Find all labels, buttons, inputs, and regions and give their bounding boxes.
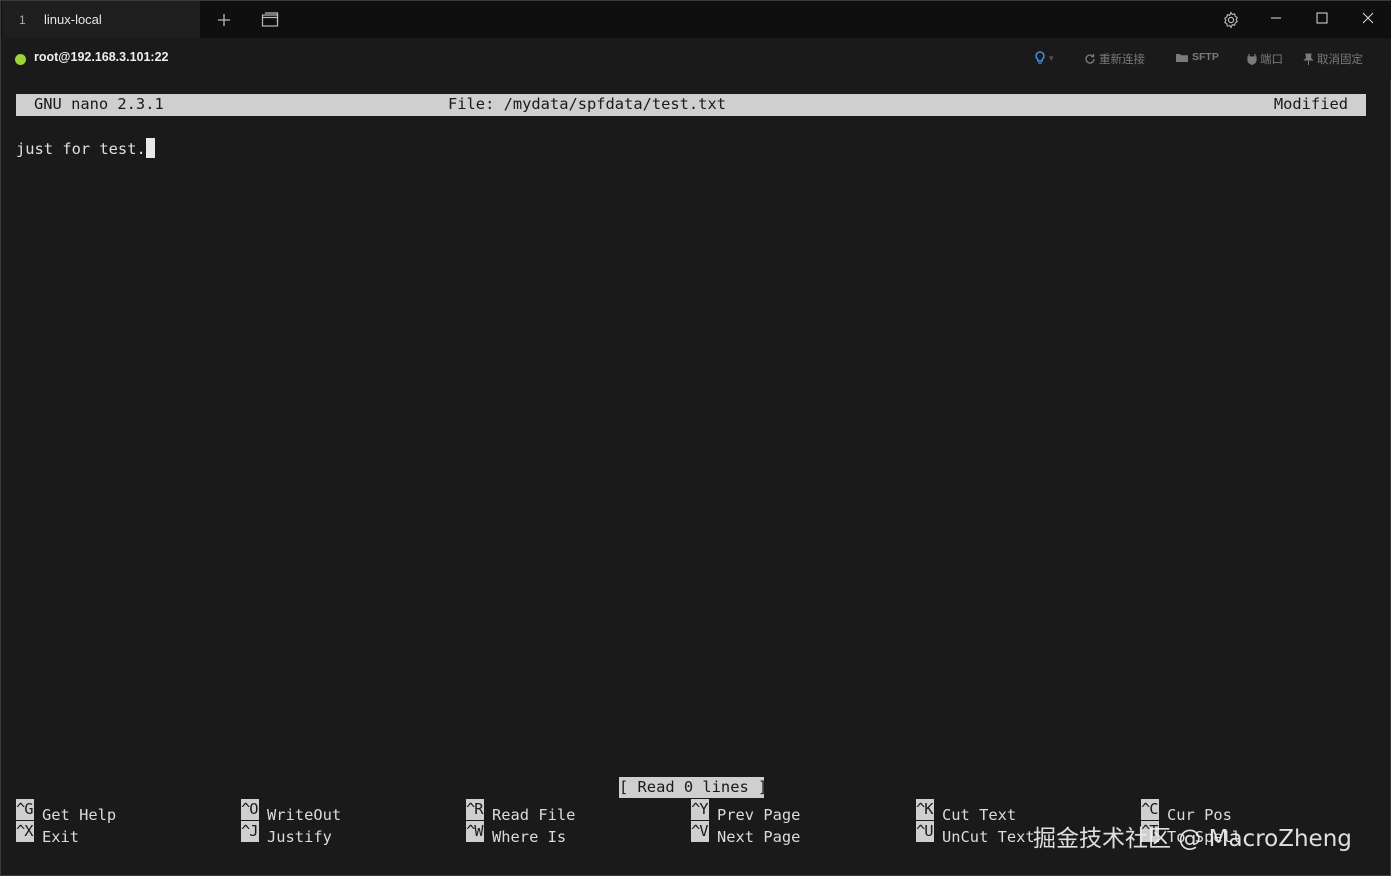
port-label: 端口 [1260,54,1283,66]
folder-icon [1176,53,1188,62]
shortcut-uncut-text[interactable]: ^U UnCut Text [916,821,1035,846]
shortcut-key: ^G [16,799,34,820]
tab-overview-button[interactable] [259,9,281,31]
maximize-button[interactable] [1309,7,1335,29]
file-content-line: just for test. [16,140,146,158]
shortcut-label: Exit [42,828,80,846]
shortcut-label: UnCut Text [942,828,1035,846]
shortcut-prev-page[interactable]: ^Y Prev Page [691,799,800,824]
shortcut-justify[interactable]: ^J Justify [241,821,332,846]
new-tab-button[interactable] [213,9,235,31]
shortcut-writeout[interactable]: ^O WriteOut [241,799,341,824]
nano-header-bar: GNU nano 2.3.1 File: /mydata/spfdata/tes… [16,94,1366,116]
window-icon [261,12,279,27]
pin-icon [1303,53,1314,65]
shortcut-get-help[interactable]: ^G Get Help [16,799,116,824]
connection-status-dot [15,54,26,65]
shortcut-label: Where Is [492,828,567,846]
plus-icon [218,14,230,26]
nano-modified-status: Modified [1273,95,1348,113]
sftp-button[interactable]: SFTP [1175,51,1219,63]
tab-linux-local[interactable]: 1 linux-local [2,1,200,38]
shortcut-key: ^J [241,821,259,842]
lightbulb-icon [1035,51,1045,64]
shortcut-key: ^W [466,821,484,842]
shortcut-key: ^U [916,821,934,842]
reconnect-button[interactable]: 重新连接 [1084,51,1145,67]
plug-icon [1247,54,1257,65]
close-button[interactable] [1355,7,1381,29]
shortcut-key: ^O [241,799,259,820]
shortcut-where-is[interactable]: ^W Where Is [466,821,566,846]
shortcut-key: ^C [1141,799,1159,820]
title-bar: 1 linux-local [1,1,1391,38]
maximize-icon [1316,12,1328,24]
shortcut-label: Justify [267,828,332,846]
shortcut-key: ^K [916,799,934,820]
close-icon [1362,12,1374,24]
minimize-button[interactable] [1263,7,1289,29]
reconnect-label: 重新连接 [1099,54,1145,66]
unpin-label: 取消固定 [1317,54,1363,66]
port-button[interactable]: 端口 [1247,51,1283,67]
text-cursor [145,138,155,158]
nano-version: GNU nano 2.3.1 [34,95,164,113]
watermark: 掘金技术社区 @ MacroZheng [1033,826,1352,852]
app-window: 1 linux-local root@192.168.3.101:22 ▾ 重新… [0,0,1391,876]
nano-status-message: [ Read 0 lines ] [619,777,768,798]
tab-title: linux-local [44,12,102,27]
shortcut-label: Next Page [717,828,801,846]
nano-filename: File: /mydata/spfdata/test.txt [448,95,726,113]
shortcut-cut-text[interactable]: ^K Cut Text [916,799,1016,824]
refresh-icon [1085,54,1095,64]
shortcut-key: ^V [691,821,709,842]
sftp-label: SFTP [1192,51,1219,63]
unpin-button[interactable]: 取消固定 [1303,51,1363,67]
shortcut-read-file[interactable]: ^R Read File [466,799,575,824]
tab-number: 1 [19,12,26,27]
minimize-icon [1271,17,1281,19]
session-host: root@192.168.3.101:22 [34,50,169,64]
shortcut-key: ^Y [691,799,709,820]
session-bar: root@192.168.3.101:22 ▾ 重新连接 SFTP 端口 取消固… [1,38,1391,80]
gear-icon [1224,11,1238,29]
tips-button[interactable]: ▾ [1034,51,1054,65]
settings-button[interactable] [1218,9,1244,31]
shortcut-key: ^R [466,799,484,820]
shortcut-key: ^X [16,821,34,842]
shortcut-exit[interactable]: ^X Exit [16,821,79,846]
shortcut-cur-pos[interactable]: ^C Cur Pos [1141,799,1232,824]
terminal-text-area[interactable]: just for test. [16,138,155,158]
shortcut-next-page[interactable]: ^V Next Page [691,821,800,846]
